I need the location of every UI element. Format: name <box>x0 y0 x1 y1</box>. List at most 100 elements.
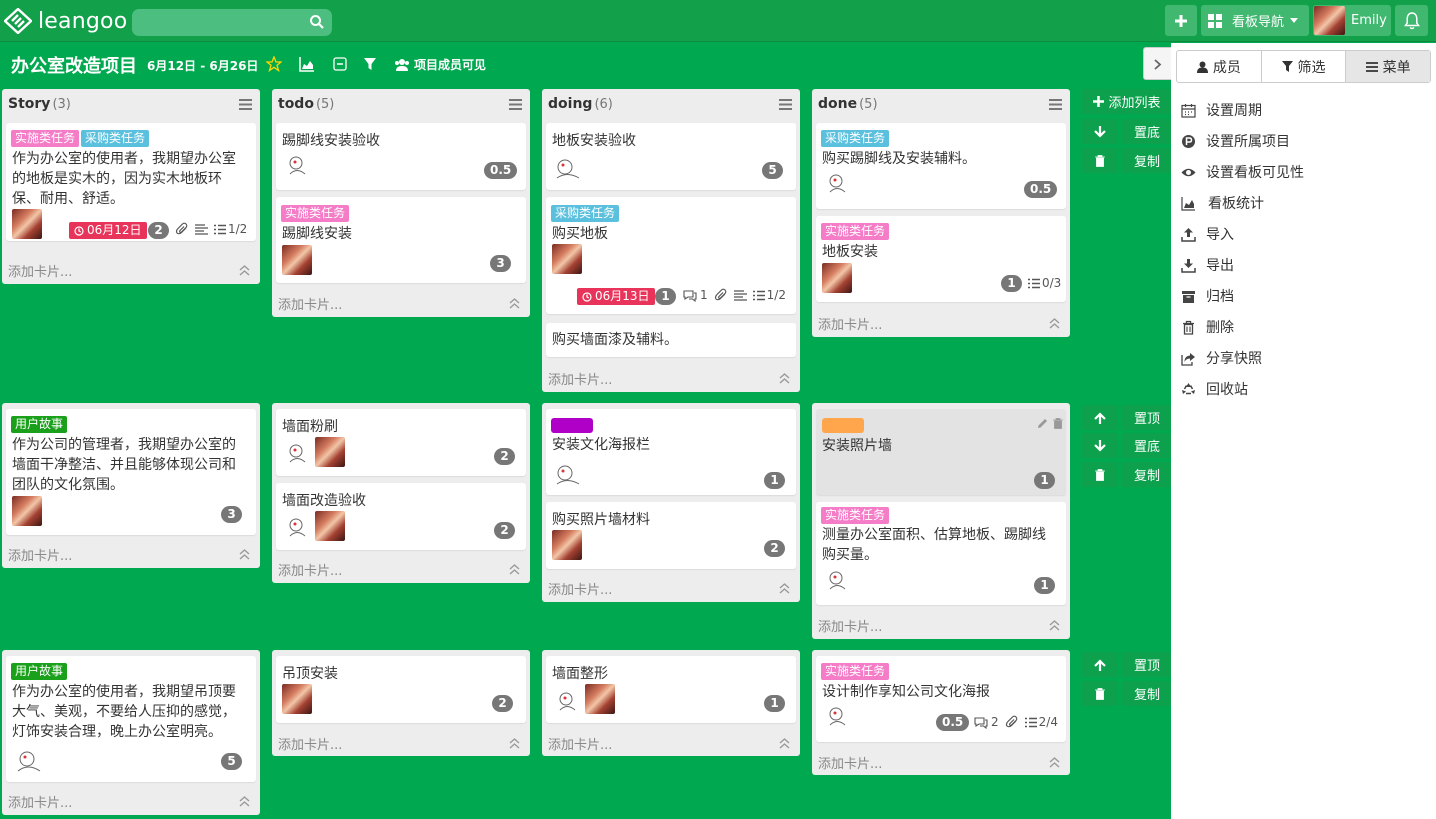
collapse-icon[interactable] <box>509 738 520 749</box>
collapse-icon[interactable] <box>239 549 250 560</box>
collapse-icon[interactable] <box>509 564 520 575</box>
member-avatar[interactable] <box>553 154 583 182</box>
list-menu-icon[interactable] <box>779 99 792 110</box>
collapse-icon[interactable] <box>509 298 520 309</box>
card[interactable]: 实施类任务 地板安装 1 0/3 <box>816 216 1066 302</box>
add-card-link[interactable]: 添加卡片... <box>818 314 882 333</box>
menu-item-recycle-bin[interactable]: 回收站 <box>1181 379 1248 399</box>
project-visibility[interactable]: 项目成员可见 <box>394 56 486 73</box>
add-card-link[interactable]: 添加卡片... <box>548 734 612 753</box>
add-card-link[interactable]: 添加卡片... <box>8 792 72 811</box>
member-avatar[interactable] <box>825 170 851 198</box>
menu-item-import[interactable]: 导入 <box>1181 224 1234 244</box>
card[interactable]: 购买照片墙材料 2 <box>546 502 796 569</box>
logo[interactable]: leangoo <box>4 8 127 34</box>
star-icon[interactable] <box>266 56 282 72</box>
member-avatar[interactable] <box>825 567 851 595</box>
delete-row-button[interactable] <box>1082 462 1118 487</box>
move-down-button[interactable] <box>1082 119 1118 144</box>
board-nav-button[interactable]: 看板导航 <box>1201 5 1309 36</box>
member-avatar[interactable] <box>12 209 42 239</box>
tab-members[interactable]: 成员 <box>1177 51 1262 82</box>
user-menu[interactable]: Emily <box>1313 5 1391 36</box>
tab-menu[interactable]: 菜单 <box>1346 51 1431 82</box>
search-input[interactable] <box>132 9 332 36</box>
card[interactable]: 采购类任务 购买地板 06月13日 1 1 1/2 <box>546 197 796 314</box>
minus-square-icon[interactable] <box>332 56 348 72</box>
card[interactable]: 安装文化海报栏 1 <box>546 409 796 495</box>
menu-item-set-visibility[interactable]: 设置看板可见性 <box>1181 162 1304 182</box>
move-up-button[interactable] <box>1082 405 1118 430</box>
member-avatar[interactable] <box>282 245 312 275</box>
collapse-icon[interactable] <box>779 583 790 594</box>
delete-row-button[interactable] <box>1082 681 1118 706</box>
member-avatar[interactable] <box>552 530 582 560</box>
collapse-icon[interactable] <box>239 265 250 276</box>
add-card-link[interactable]: 添加卡片... <box>8 545 72 564</box>
member-avatar[interactable] <box>285 152 311 180</box>
collapse-icon[interactable] <box>779 373 790 384</box>
move-bottom-button[interactable]: 置底 <box>1122 119 1172 144</box>
add-card-link[interactable]: 添加卡片... <box>818 616 882 635</box>
add-card-link[interactable]: 添加卡片... <box>818 753 882 772</box>
add-button[interactable] <box>1165 5 1197 36</box>
list-menu-icon[interactable] <box>509 99 522 110</box>
member-avatar[interactable] <box>553 460 583 488</box>
card[interactable]: 地板安装验收 5 <box>546 123 796 190</box>
search-icon[interactable] <box>309 14 325 30</box>
tab-filter[interactable]: 筛选 <box>1262 51 1347 82</box>
list-menu-icon[interactable] <box>239 99 252 110</box>
card[interactable]: 墙面整形 1 <box>546 656 796 723</box>
card[interactable]: 安装照片墙 1 <box>816 409 1066 495</box>
member-avatar[interactable] <box>12 496 42 526</box>
member-avatar[interactable] <box>555 688 581 716</box>
add-card-link[interactable]: 添加卡片... <box>548 369 612 388</box>
filter-icon[interactable] <box>362 56 378 72</box>
copy-row-button[interactable]: 复制 <box>1122 681 1172 706</box>
move-down-button[interactable] <box>1082 433 1118 458</box>
member-avatar[interactable] <box>552 244 582 274</box>
member-avatar[interactable] <box>13 744 45 774</box>
menu-item-archive[interactable]: 归档 <box>1181 286 1234 306</box>
move-top-button[interactable]: 置顶 <box>1122 405 1172 430</box>
member-avatar[interactable] <box>285 514 311 542</box>
menu-item-export[interactable]: 导出 <box>1181 255 1234 275</box>
card[interactable]: 实施类任务 设计制作享知公司文化海报 0.5 2 2/4 <box>816 656 1066 742</box>
panel-toggle-button[interactable] <box>1143 47 1171 80</box>
project-dates[interactable]: 6月12日 - 6月26日 <box>147 57 258 74</box>
copy-row-button[interactable]: 复制 <box>1122 462 1172 487</box>
add-card-link[interactable]: 添加卡片... <box>278 560 342 579</box>
member-avatar[interactable] <box>585 684 615 714</box>
member-avatar[interactable] <box>825 703 851 731</box>
card[interactable]: 用户故事 作为办公室的使用者，我期望吊顶要 大气、美观，不要给人压抑的感觉， 灯饰安… <box>6 656 256 782</box>
member-avatar[interactable] <box>285 440 311 468</box>
area-chart-icon[interactable] <box>299 56 315 72</box>
card[interactable]: 实施类任务 采购类任务 作为办公室的使用者，我期望办公室 的地板是实木的，因为实木地… <box>6 123 256 241</box>
card[interactable]: 购买墙面漆及辅料。 <box>546 323 796 357</box>
card[interactable]: 实施类任务 踢脚线安装 3 <box>276 197 526 283</box>
card[interactable]: 踢脚线安装验收 0.5 <box>276 123 526 190</box>
member-avatar[interactable] <box>822 263 852 293</box>
notification-button[interactable] <box>1395 5 1428 36</box>
trash-icon[interactable] <box>1053 418 1063 429</box>
menu-item-set-cycle[interactable]: 设置周期 <box>1181 100 1262 120</box>
add-card-link[interactable]: 添加卡片... <box>278 294 342 313</box>
menu-item-delete[interactable]: 删除 <box>1181 317 1234 337</box>
card[interactable]: 墙面粉刷 2 <box>276 409 526 476</box>
copy-row-button[interactable]: 复制 <box>1122 148 1172 173</box>
add-card-link[interactable]: 添加卡片... <box>548 579 612 598</box>
card[interactable]: 墙面改造验收 2 <box>276 483 526 550</box>
collapse-icon[interactable] <box>1049 757 1060 768</box>
move-up-button[interactable] <box>1082 652 1118 677</box>
collapse-icon[interactable] <box>1049 318 1060 329</box>
add-list-button[interactable]: 添加列表 <box>1082 89 1172 114</box>
move-bottom-button[interactable]: 置底 <box>1122 433 1172 458</box>
card[interactable]: 用户故事 作为公司的管理者，我期望办公室的 墙面干净整洁、并且能够体现公司和 团队的… <box>6 409 256 535</box>
collapse-icon[interactable] <box>239 796 250 807</box>
card[interactable]: 吊顶安装 2 <box>276 656 526 723</box>
add-card-link[interactable]: 添加卡片... <box>278 734 342 753</box>
move-top-button[interactable]: 置顶 <box>1122 652 1172 677</box>
member-avatar[interactable] <box>315 437 345 467</box>
menu-item-share-snapshot[interactable]: 分享快照 <box>1181 348 1262 368</box>
delete-row-button[interactable] <box>1082 148 1118 173</box>
